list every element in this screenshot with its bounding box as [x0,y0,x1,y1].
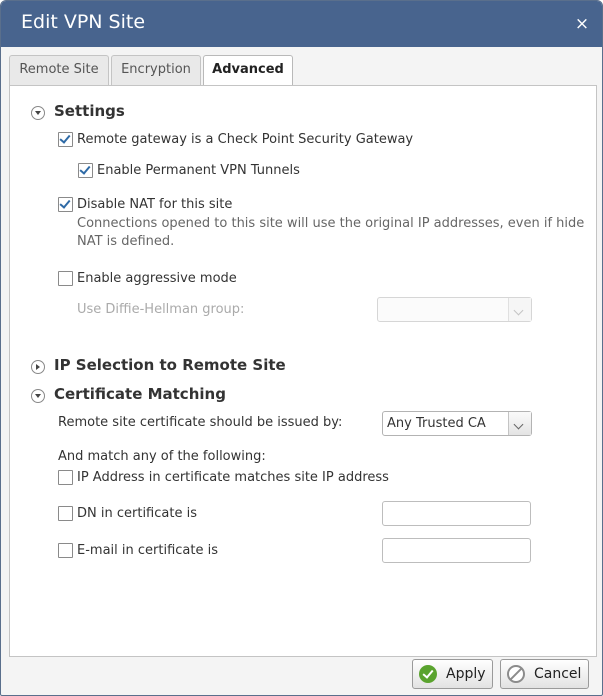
permanent-tunnels-checkbox[interactable] [78,163,93,178]
edit-vpn-site-dialog: Edit VPN Site × Remote Site Encryption A… [0,0,603,696]
permanent-tunnels-label: Enable Permanent VPN Tunnels [97,163,300,178]
dh-group-select[interactable] [377,297,532,322]
dialog-title: Edit VPN Site [21,11,146,33]
ip-selection-header[interactable]: IP Selection to Remote Site [54,356,286,374]
dh-group-label: Use Diffie-Hellman group: [77,302,245,317]
tab-remote-site[interactable]: Remote Site [9,55,109,85]
email-input[interactable] [382,538,531,563]
issued-by-value: Any Trusted CA [387,416,486,431]
tab-encryption[interactable]: Encryption [111,55,201,85]
email-label: E-mail in certificate is [77,543,218,558]
advanced-panel: Settings Remote gateway is a Check Point… [9,85,597,657]
dn-checkbox[interactable] [58,506,73,521]
issued-by-select[interactable]: Any Trusted CA [382,411,532,436]
check-circle-icon [419,665,437,683]
remote-gateway-checkbox[interactable] [58,132,73,147]
cancel-label: Cancel [534,666,582,682]
disable-nat-description-line2: NAT is defined. [77,234,175,249]
disable-nat-description-line1: Connections opened to this site will use… [77,216,585,231]
chevron-down-icon[interactable] [31,106,45,120]
cancel-button[interactable]: Cancel [500,659,589,689]
apply-button[interactable]: Apply [412,659,493,689]
tab-advanced[interactable]: Advanced [203,55,293,86]
dn-input[interactable] [382,501,531,526]
disable-nat-label: Disable NAT for this site [77,197,233,212]
chevron-down-icon [508,298,531,321]
no-entry-icon [507,665,525,683]
apply-label: Apply [446,666,486,682]
aggressive-mode-label: Enable aggressive mode [77,271,237,286]
ip-match-label: IP Address in certificate matches site I… [77,470,389,485]
title-bar[interactable]: Edit VPN Site × [1,1,602,47]
match-any-label: And match any of the following: [58,449,266,464]
chevron-down-icon [508,412,531,435]
dn-label: DN in certificate is [77,506,197,521]
chevron-right-icon[interactable] [31,360,45,374]
disable-nat-checkbox[interactable] [58,197,73,212]
email-checkbox[interactable] [58,543,73,558]
issued-by-label: Remote site certificate should be issued… [58,415,343,430]
ip-match-checkbox[interactable] [58,470,73,485]
chevron-down-icon[interactable] [31,389,45,403]
settings-header[interactable]: Settings [54,102,125,120]
close-icon[interactable]: × [574,16,590,33]
remote-gateway-label: Remote gateway is a Check Point Security… [77,132,414,147]
certificate-matching-header[interactable]: Certificate Matching [54,385,226,403]
aggressive-mode-checkbox[interactable] [58,271,73,286]
